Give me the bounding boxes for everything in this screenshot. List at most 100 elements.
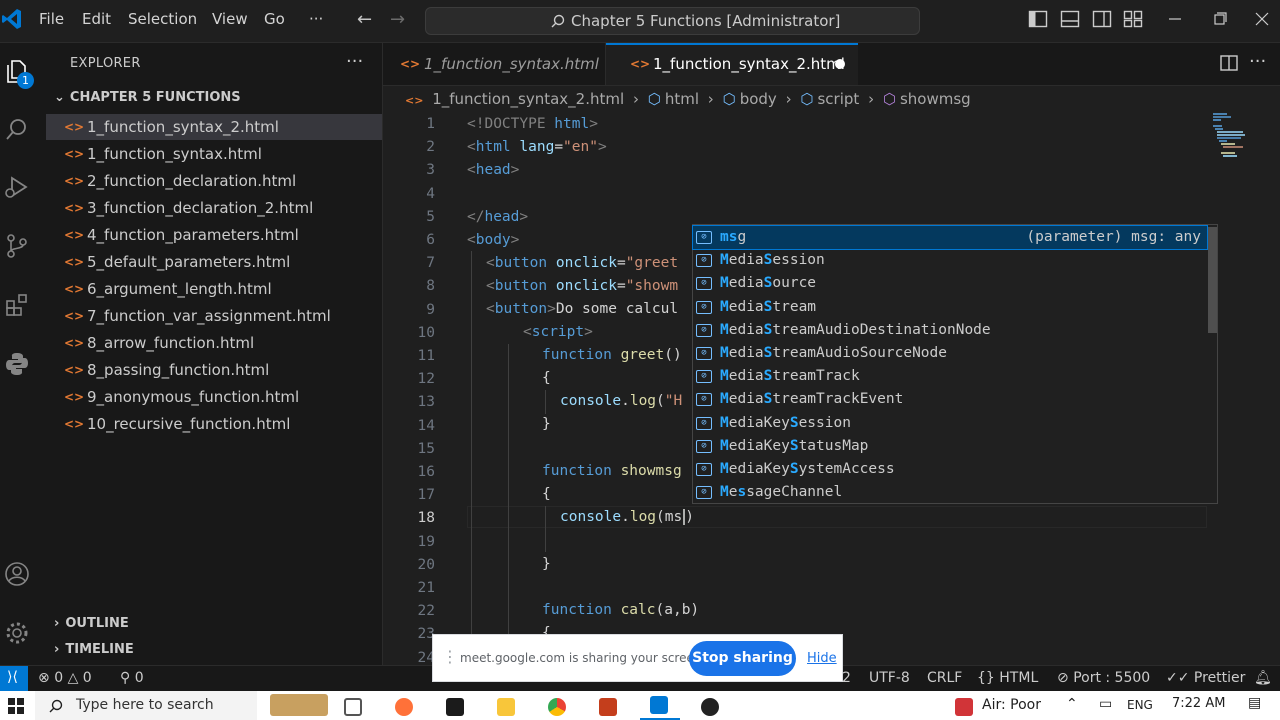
suggestion-item[interactable]: ⊘ MediaStreamAudioSourceNode [693,342,1207,365]
folder-header[interactable]: ⌄ CHAPTER 5 FUNCTIONS [54,90,241,105]
source-control-icon[interactable] [4,233,30,259]
back-arrow-icon[interactable]: ← [357,9,372,30]
ports-indicator[interactable]: ⚲ 0 [120,670,144,686]
file-item[interactable]: <> 1_function_syntax_2.html [46,114,382,140]
taskbar-search-box[interactable]: Type here to search [35,691,257,720]
indentation-indicator[interactable]: 2 [842,670,851,686]
menu-file[interactable]: File [39,10,64,28]
suggestion-label: MediaStream [720,298,817,315]
breadcrumb-html[interactable]: html [665,90,699,108]
command-center[interactable]: Chapter 5 Functions [Administrator] [425,7,920,35]
battery-icon[interactable]: ▭ [1099,696,1112,712]
vscode-logo-icon [2,9,21,29]
outline-section[interactable]: › OUTLINE [54,616,129,631]
customize-layout-icon[interactable] [1123,10,1143,28]
variable-icon: ⊘ [696,370,712,384]
run-debug-icon[interactable] [4,174,30,200]
suggestion-item[interactable]: ⊘ MediaKeyStatusMap [693,435,1207,458]
menu-go[interactable]: Go [264,10,285,28]
suggestion-item[interactable]: ⊘ msg (parameter) msg: any [692,225,1208,250]
stop-sharing-button[interactable]: Stop sharing [689,641,796,676]
menu-more[interactable]: ··· [309,10,323,28]
suggestion-item[interactable]: ⊘ MediaStream [693,296,1207,319]
file-item[interactable]: <> 10_recursive_function.html [46,411,382,437]
eol-indicator[interactable]: CRLF [927,670,962,686]
minimize-icon[interactable] [1165,10,1185,28]
suggestion-item[interactable]: ⊘ MediaStreamAudioDestinationNode [693,319,1207,342]
suggestion-item[interactable]: ⊘ MediaStreamTrack [693,365,1207,388]
timeline-section[interactable]: › TIMELINE [54,642,134,657]
remote-indicator[interactable]: ⟩⟨ [0,666,28,692]
language-indicator[interactable]: {} HTML [977,670,1038,686]
line-number: 11 [417,348,435,364]
file-item[interactable]: <> 7_function_var_assignment.html [46,303,382,329]
chevron-up-icon[interactable]: ⌃ [1066,696,1078,712]
menu-selection[interactable]: Selection [128,10,197,28]
file-item[interactable]: <> 4_function_parameters.html [46,222,382,248]
notifications-bell-icon[interactable]: 🔔︎ [1254,670,1272,686]
file-item[interactable]: <> 2_function_declaration.html [46,168,382,194]
tab-1-function-syntax-2[interactable]: <> 1_function_syntax_2.html [606,43,858,85]
hide-link[interactable]: Hide [807,651,837,666]
menu-edit[interactable]: Edit [82,10,111,28]
forward-arrow-icon[interactable]: → [390,9,405,30]
toggle-sidebar-icon[interactable] [1028,10,1048,28]
suggestion-item[interactable]: ⊘ MediaSession [693,249,1207,272]
prettier-indicator[interactable]: ✓✓ Prettier [1166,670,1245,686]
firefox-icon[interactable] [395,698,413,716]
suggest-scrollbar[interactable] [1208,227,1217,333]
file-item[interactable]: <> 8_passing_function.html [46,357,382,383]
suggestion-item[interactable]: ⊘ MessageChannel [693,481,1207,504]
weather-status[interactable]: Air: Poor [982,697,1041,713]
breadcrumb-script[interactable]: script [817,90,859,108]
editor-more-button[interactable]: ··· [1249,51,1266,72]
suggestion-item[interactable]: ⊘ MediaKeySession [693,412,1207,435]
timeline-label: TIMELINE [65,642,134,657]
breadcrumb-file[interactable]: 1_function_syntax_2.html [432,90,624,108]
file-explorer-icon[interactable] [497,698,515,716]
close-icon[interactable] [1252,10,1272,28]
tab-1-function-syntax[interactable]: <> 1_function_syntax.html [383,43,606,85]
task-view-icon[interactable] [344,698,362,716]
toggle-secondary-sidebar-icon[interactable] [1092,10,1112,28]
search-highlight-image[interactable] [270,694,328,716]
drag-handle-icon[interactable]: ⋮ [442,647,458,666]
minimap[interactable] [1213,112,1268,172]
accounts-icon[interactable] [4,561,30,587]
powerpoint-icon[interactable] [599,698,617,716]
explorer-more-button[interactable]: ··· [346,51,363,72]
file-item[interactable]: <> 5_default_parameters.html [46,249,382,275]
live-server-port[interactable]: ⊘ Port : 5500 [1057,670,1150,686]
search-icon[interactable] [4,116,30,142]
file-item[interactable]: <> 6_argument_length.html [46,276,382,302]
menu-view[interactable]: View [212,10,248,28]
file-item[interactable]: <> 3_function_declaration_2.html [46,195,382,221]
suggestion-item[interactable]: ⊘ MediaStreamTrackEvent [693,388,1207,411]
file-name: 2_function_declaration.html [87,172,297,190]
notification-center-icon[interactable]: ▤ [1248,695,1261,711]
chrome-icon[interactable] [548,698,566,716]
suggestion-item[interactable]: ⊘ MediaSource [693,272,1207,295]
extensions-icon[interactable] [4,292,30,318]
obs-icon[interactable] [701,698,719,716]
problems-indicator[interactable]: ⊗ 0 △ 0 [38,670,92,686]
file-item[interactable]: <> 1_function_syntax.html [46,141,382,167]
encoding-indicator[interactable]: UTF-8 [869,670,910,686]
file-item[interactable]: <> 9_anonymous_function.html [46,384,382,410]
toggle-panel-icon[interactable] [1060,10,1080,28]
taskbar-clock[interactable]: 7:22 AM [1172,696,1225,711]
suggestion-item[interactable]: ⊘ MediaKeySystemAccess [693,458,1207,481]
unsaved-dot-icon[interactable] [835,59,845,69]
file-item[interactable]: <> 8_arrow_function.html [46,330,382,356]
vscode-taskbar-icon[interactable] [650,696,668,714]
terminal-app-icon[interactable] [446,698,464,716]
settings-gear-icon[interactable] [4,620,30,646]
python-icon[interactable] [4,351,30,377]
restore-icon[interactable] [1210,10,1230,28]
split-editor-icon[interactable] [1220,55,1238,71]
code-line-22: function calc(a,b) [542,602,700,618]
windows-start-icon[interactable] [8,698,24,714]
input-language[interactable]: ENG [1127,698,1153,712]
breadcrumb-body[interactable]: body [740,90,777,108]
breadcrumb-showmsg[interactable]: showmsg [900,90,971,108]
